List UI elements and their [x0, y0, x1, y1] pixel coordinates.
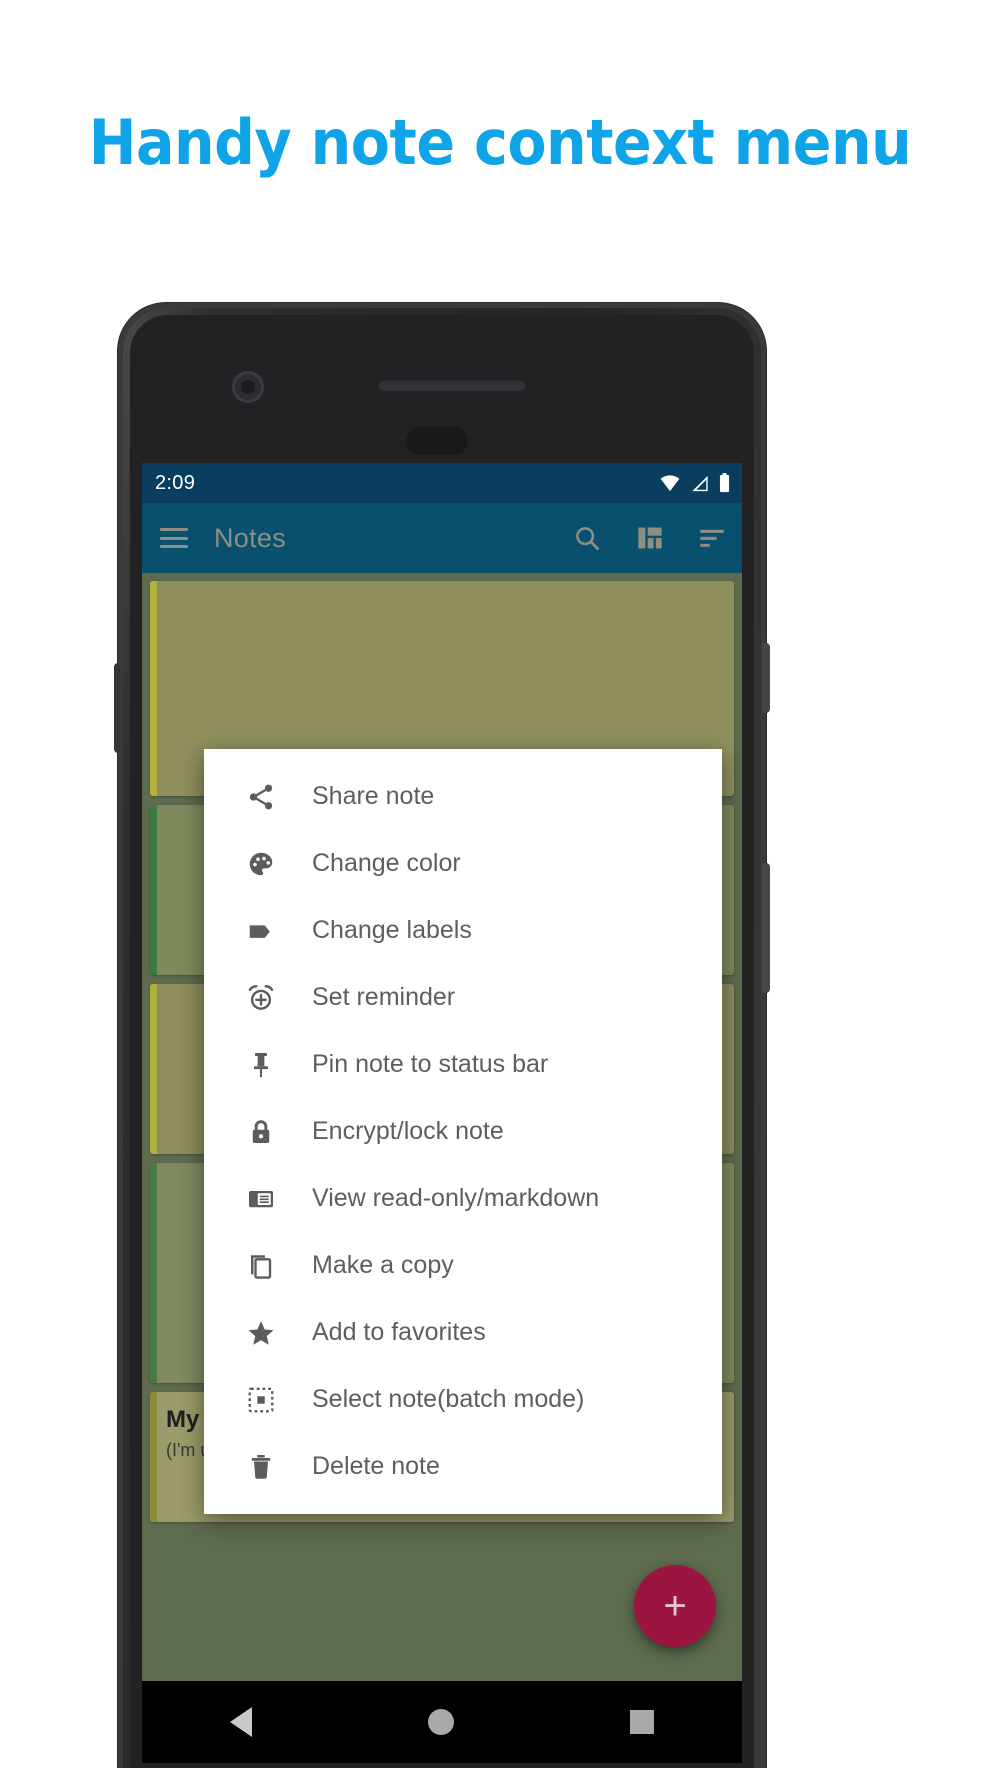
volume-button[interactable] — [762, 863, 770, 993]
note-color-stripe — [150, 1392, 157, 1522]
power-button[interactable] — [762, 643, 770, 713]
status-clock: 2:09 — [155, 471, 196, 494]
menu-item-label: Encrypt/lock note — [312, 1117, 504, 1145]
copy-icon — [244, 1249, 278, 1283]
front-camera-icon — [232, 371, 264, 403]
note-color-stripe — [150, 805, 157, 975]
menu-item-share-note[interactable]: Share note — [204, 763, 722, 830]
menu-item-add-to-favorites[interactable]: Add to favorites — [204, 1299, 722, 1366]
menu-item-select-note-batch-mode[interactable]: Select note(batch mode) — [204, 1366, 722, 1433]
menu-item-label: Change color — [312, 849, 461, 877]
fab-plus-icon: + — [663, 1584, 687, 1628]
menu-item-set-reminder[interactable]: Set reminder — [204, 964, 722, 1031]
status-icons — [659, 473, 730, 493]
recents-nav-button[interactable] — [630, 1710, 654, 1734]
app-bar-title: Notes — [214, 522, 287, 553]
note-color-stripe — [150, 984, 157, 1154]
hamburger-menu-icon[interactable] — [160, 528, 188, 548]
search-icon[interactable] — [572, 523, 602, 553]
menu-item-change-labels[interactable]: Change labels — [204, 897, 722, 964]
menu-item-label: Set reminder — [312, 983, 456, 1011]
pin-icon — [244, 1048, 278, 1082]
share-icon — [244, 780, 278, 814]
left-side-button[interactable] — [114, 663, 120, 753]
label-tag-icon — [244, 914, 278, 948]
note-color-stripe — [150, 1163, 157, 1383]
menu-item-pin-note[interactable]: Pin note to status bar — [204, 1031, 722, 1098]
note-context-menu: Share note Change color Change labels Se… — [204, 749, 722, 1514]
sensor-housing — [406, 427, 468, 455]
menu-item-make-a-copy[interactable]: Make a copy — [204, 1232, 722, 1299]
note-color-stripe — [150, 581, 157, 796]
battery-icon — [719, 473, 730, 493]
status-bar: 2:09 — [142, 463, 742, 503]
menu-item-label: Change labels — [312, 916, 472, 944]
menu-item-label: Select note(batch mode) — [312, 1385, 585, 1413]
home-nav-button[interactable] — [428, 1709, 454, 1735]
sort-icon[interactable] — [698, 524, 726, 552]
menu-item-view-readonly-markdown[interactable]: View read-only/markdown — [204, 1165, 722, 1232]
menu-item-label: Add to favorites — [312, 1318, 486, 1346]
phone-device-frame: 2:09 Notes My (I'm + Share note Change c… — [114, 303, 770, 1768]
phone-screen: 2:09 Notes My (I'm + Share note Change c… — [142, 463, 742, 1763]
wifi-icon — [660, 474, 680, 491]
android-navigation-bar — [142, 1681, 742, 1763]
menu-item-label: View read-only/markdown — [312, 1184, 600, 1212]
alarm-add-icon — [244, 981, 278, 1015]
select-batch-icon — [244, 1383, 278, 1417]
lock-icon — [244, 1115, 278, 1149]
menu-item-label: Make a copy — [312, 1251, 454, 1279]
article-view-icon — [244, 1182, 278, 1216]
cell-signal-icon — [692, 475, 708, 491]
menu-item-label: Pin note to status bar — [312, 1050, 549, 1078]
menu-item-label: Share note — [312, 782, 435, 810]
menu-item-encrypt-lock-note[interactable]: Encrypt/lock note — [204, 1098, 722, 1165]
back-nav-button[interactable] — [230, 1707, 252, 1737]
earpiece-speaker — [378, 379, 526, 391]
palette-icon — [244, 847, 278, 881]
add-note-fab[interactable]: + — [634, 1565, 716, 1647]
app-bar: Notes — [142, 503, 742, 573]
menu-item-delete-note[interactable]: Delete note — [204, 1433, 722, 1500]
grid-layout-icon[interactable] — [636, 524, 664, 552]
menu-item-label: Delete note — [312, 1452, 440, 1480]
trash-icon — [244, 1450, 278, 1484]
page-title: Handy note context menu — [88, 106, 912, 179]
menu-item-change-color[interactable]: Change color — [204, 830, 722, 897]
promo-screenshot: Handy note context menu 2:09 Notes My (I… — [0, 0, 1000, 1768]
star-icon — [244, 1316, 278, 1350]
app-bar-actions — [572, 523, 726, 553]
